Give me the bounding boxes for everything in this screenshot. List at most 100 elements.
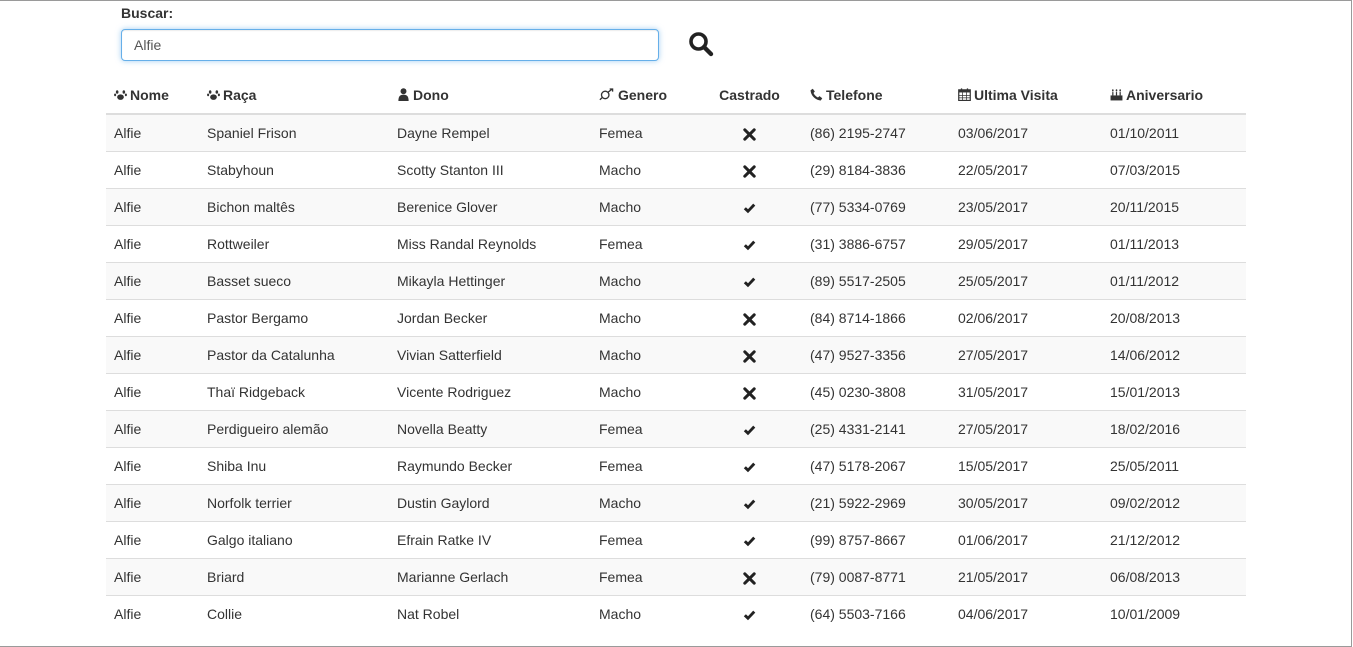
table-row[interactable]: Alfie Norfolk terrier Dustin Gaylord Macho (… (106, 484, 1246, 522)
table-row[interactable]: Alfie Perdigueiro alemão Novella Beatty Fem… (106, 410, 1246, 448)
cell-ultima-visita: 23/05/2017 (950, 188, 1102, 226)
cell-raca: Spaniel Frison (199, 113, 389, 152)
cell-castrado (697, 336, 802, 374)
gender-icon (599, 88, 614, 101)
cell-aniversario: 10/01/2009 (1102, 595, 1246, 632)
cell-dono: Efrain Ratke IV (389, 521, 591, 559)
cell-telefone: (29) 8184-3836 (802, 151, 950, 189)
column-header-nome[interactable]: Nome (106, 77, 199, 115)
cell-telefone: (21) 5922-2969 (802, 484, 950, 522)
column-header-castrado[interactable]: Castrado (697, 77, 802, 115)
cell-ultima-visita: 02/06/2017 (950, 299, 1102, 337)
table-row[interactable]: Alfie Briard Marianne Gerlach Femea (79) 008… (106, 558, 1246, 596)
table-row[interactable]: Alfie Basset sueco Mikayla Hettinger Macho (… (106, 262, 1246, 300)
column-label: Genero (618, 87, 668, 103)
cell-nome: Alfie (106, 484, 199, 522)
table-row[interactable]: Alfie Galgo italiano Efrain Ratke IV Femea (… (106, 521, 1246, 559)
cell-castrado (697, 113, 802, 152)
cell-castrado (697, 410, 802, 448)
cell-nome: Alfie (106, 113, 199, 152)
cell-telefone: (89) 5517-2505 (802, 262, 950, 300)
cell-aniversario: 09/02/2012 (1102, 484, 1246, 522)
table-row[interactable]: Alfie Collie Nat Robel Macho (64) 5503-7166 0… (106, 595, 1246, 632)
cell-ultima-visita: 25/05/2017 (950, 262, 1102, 300)
cell-telefone: (31) 3886-6757 (802, 225, 950, 263)
cross-icon (743, 165, 756, 178)
cell-nome: Alfie (106, 521, 199, 559)
cell-dono: Dayne Rempel (389, 113, 591, 152)
check-icon (743, 462, 756, 472)
table-row[interactable]: Alfie Spaniel Frison Dayne Rempel Femea (86)… (106, 113, 1246, 152)
cell-genero: Macho (591, 151, 697, 189)
column-label: Nome (130, 87, 169, 103)
cell-genero: Macho (591, 484, 697, 522)
column-label: Dono (413, 87, 449, 103)
cell-raca: Basset sueco (199, 262, 389, 300)
table-row[interactable]: Alfie Rottweiler Miss Randal Reynolds Femea… (106, 225, 1246, 263)
cell-dono: Dustin Gaylord (389, 484, 591, 522)
table-row[interactable]: Alfie Shiba Inu Raymundo Becker Femea (47) 5… (106, 447, 1246, 485)
check-icon (743, 610, 756, 620)
cell-nome: Alfie (106, 595, 199, 632)
cross-icon (743, 128, 756, 141)
cell-ultima-visita: 27/05/2017 (950, 336, 1102, 374)
cell-nome: Alfie (106, 447, 199, 485)
cell-genero: Macho (591, 595, 697, 632)
check-icon (743, 425, 756, 435)
column-header-dono[interactable]: Dono (389, 77, 591, 115)
table-body: Alfie Spaniel Frison Dayne Rempel Femea (86)… (106, 113, 1246, 632)
cell-aniversario: 01/11/2012 (1102, 262, 1246, 300)
cell-dono: Marianne Gerlach (389, 558, 591, 596)
check-icon (743, 240, 756, 250)
cell-aniversario: 20/11/2015 (1102, 188, 1246, 226)
cell-aniversario: 21/12/2012 (1102, 521, 1246, 559)
column-header-aniversario[interactable]: Aniversario (1102, 77, 1246, 115)
cell-telefone: (77) 5334-0769 (802, 188, 950, 226)
cross-icon (743, 313, 756, 326)
cell-ultima-visita: 04/06/2017 (950, 595, 1102, 632)
cell-raca: Bichon maltês (199, 188, 389, 226)
cell-ultima-visita: 27/05/2017 (950, 410, 1102, 448)
cell-ultima-visita: 03/06/2017 (950, 113, 1102, 152)
cell-genero: Macho (591, 262, 697, 300)
cell-nome: Alfie (106, 151, 199, 189)
cell-nome: Alfie (106, 188, 199, 226)
cell-raca: Collie (199, 595, 389, 632)
search-input[interactable] (121, 29, 659, 61)
cell-aniversario: 14/06/2012 (1102, 336, 1246, 374)
cell-aniversario: 20/08/2013 (1102, 299, 1246, 337)
cell-ultima-visita: 30/05/2017 (950, 484, 1102, 522)
cell-dono: Jordan Becker (389, 299, 591, 337)
cell-aniversario: 25/05/2011 (1102, 447, 1246, 485)
table-row[interactable]: Alfie Pastor Bergamo Jordan Becker Macho (84… (106, 299, 1246, 337)
table-row[interactable]: Alfie Thaï Ridgeback Vicente Rodriguez Mach… (106, 373, 1246, 411)
cell-castrado (697, 262, 802, 300)
cell-ultima-visita: 01/06/2017 (950, 521, 1102, 559)
cell-genero: Femea (591, 447, 697, 485)
cell-castrado (697, 188, 802, 226)
cell-genero: Macho (591, 188, 697, 226)
column-header-telefone[interactable]: Telefone (802, 77, 950, 115)
table-row[interactable]: Alfie Bichon maltês Berenice Glover Macho (7… (106, 188, 1246, 226)
search-button[interactable] (688, 31, 718, 61)
column-header-ultima-visita[interactable]: Ultima Visita (950, 77, 1102, 115)
table-row[interactable]: Alfie Pastor da Catalunha Vivian Satterfie… (106, 336, 1246, 374)
cell-raca: Rottweiler (199, 225, 389, 263)
cell-telefone: (99) 8757-8667 (802, 521, 950, 559)
cell-raca: Shiba Inu (199, 447, 389, 485)
cell-dono: Berenice Glover (389, 188, 591, 226)
cell-raca: Briard (199, 558, 389, 596)
cell-raca: Pastor Bergamo (199, 299, 389, 337)
cell-raca: Pastor da Catalunha (199, 336, 389, 374)
column-header-raca[interactable]: Raça (199, 77, 389, 115)
pets-table: Nome Raça Dono Genero Castrado Telefone (106, 77, 1246, 632)
cell-raca: Thaï Ridgeback (199, 373, 389, 411)
table-row[interactable]: Alfie Stabyhoun Scotty Stanton III Macho (29… (106, 151, 1246, 189)
column-header-genero[interactable]: Genero (591, 77, 697, 115)
check-icon (743, 277, 756, 287)
cell-raca: Stabyhoun (199, 151, 389, 189)
user-icon (398, 88, 409, 101)
column-label: Ultima Visita (974, 87, 1058, 103)
cell-genero: Macho (591, 299, 697, 337)
cell-dono: Vicente Rodriguez (389, 373, 591, 411)
